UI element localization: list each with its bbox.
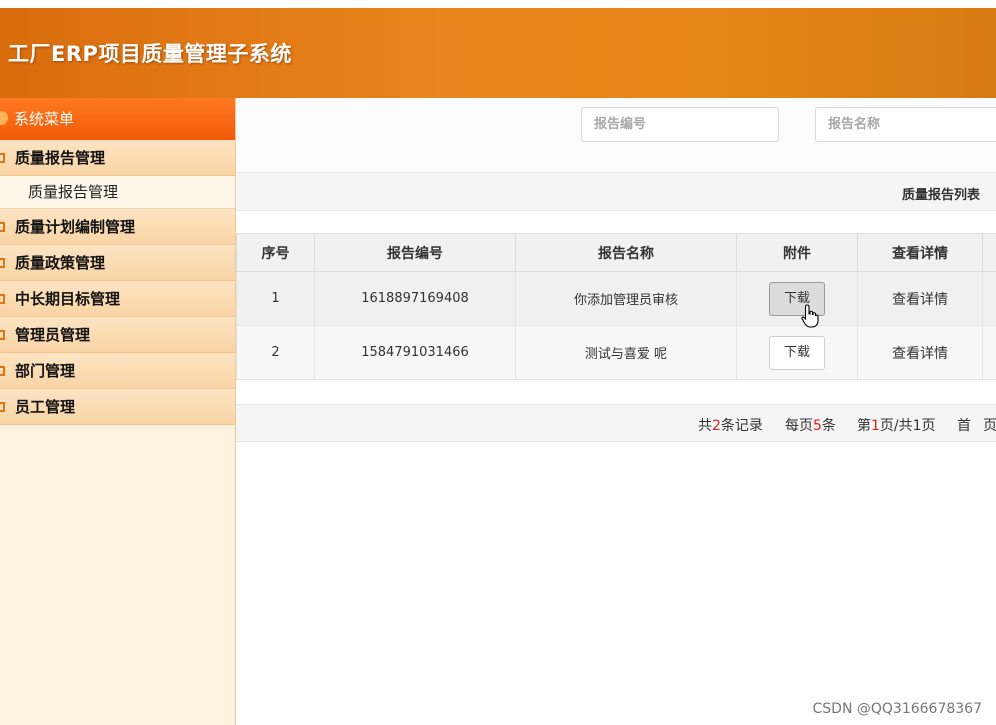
pager-total: 共2条记录 bbox=[698, 415, 763, 435]
sidebar-heading-label: 系统菜单 bbox=[14, 110, 75, 128]
cell-detail: 查看详情 bbox=[857, 271, 983, 326]
view-detail-link[interactable]: 查看详情 bbox=[892, 292, 948, 308]
watermark: CSDN @QQ3166678367 bbox=[812, 701, 982, 717]
col-header-attachment: 附件 bbox=[736, 233, 858, 272]
pager-total-prefix: 共 bbox=[698, 418, 712, 434]
cell-report-name: 你添加管理员审核 bbox=[515, 271, 737, 326]
hand-cursor-icon bbox=[801, 304, 819, 328]
cell-extra bbox=[982, 271, 996, 326]
cell-report-name: 测试与喜爱 呢 bbox=[515, 325, 737, 380]
search-bar bbox=[236, 98, 996, 172]
folder-icon bbox=[0, 153, 5, 163]
cell-attachment: 下载 bbox=[736, 271, 858, 326]
pager-page-current: 1 bbox=[871, 418, 880, 434]
top-strip bbox=[0, 0, 996, 8]
report-name-search-input[interactable] bbox=[815, 107, 996, 142]
folder-icon bbox=[0, 294, 5, 304]
report-table: 序号 报告编号 报告名称 附件 查看详情 1 1618897169408 你添加… bbox=[236, 233, 996, 380]
cell-report-no: 1618897169408 bbox=[314, 271, 516, 326]
view-detail-link[interactable]: 查看详情 bbox=[892, 346, 948, 362]
sidebar-heading: 系统菜单 bbox=[0, 98, 235, 140]
app-window: 工厂ERP项目质量管理子系统 系统菜单 质量报告管理 质量报告管理 质量计划编制… bbox=[0, 0, 996, 725]
list-title: 质量报告列表 bbox=[901, 188, 980, 203]
sidebar-group-label: 质量计划编制管理 bbox=[15, 218, 136, 236]
cell-attachment: 下载 bbox=[736, 325, 858, 380]
pagination-bar: 共2条记录 每页5条 第1页/共1页 首 页 bbox=[236, 404, 996, 442]
sidebar-group-employee[interactable]: 员工管理 bbox=[0, 389, 235, 425]
folder-icon bbox=[0, 222, 5, 232]
folder-icon bbox=[0, 330, 5, 340]
folder-icon bbox=[0, 258, 5, 268]
pager-per-page-suffix: 条 bbox=[821, 418, 836, 434]
main-content: 质量报告列表 序号 报告编号 报告名称 附件 查看详情 1 1618897 bbox=[236, 98, 996, 725]
sidebar-group-label: 员工管理 bbox=[15, 398, 76, 416]
sidebar-group-long-term-goals[interactable]: 中长期目标管理 bbox=[0, 281, 235, 317]
pager-page-suffix: 页/共1页 bbox=[879, 418, 936, 434]
sidebar-group-quality-plan[interactable]: 质量计划编制管理 bbox=[0, 209, 235, 245]
download-button[interactable]: 下载 bbox=[769, 335, 825, 370]
col-header-report-name: 报告名称 bbox=[515, 233, 737, 272]
sidebar-group-label: 中长期目标管理 bbox=[15, 290, 121, 308]
list-header-bar: 质量报告列表 bbox=[236, 172, 996, 211]
cell-detail: 查看详情 bbox=[857, 325, 983, 380]
header-banner: 工厂ERP项目质量管理子系统 bbox=[0, 8, 996, 98]
folder-icon bbox=[0, 366, 5, 376]
pager-total-count: 2 bbox=[712, 418, 721, 434]
pager-first-link[interactable]: 首 bbox=[957, 415, 971, 435]
sidebar-group-quality-policy[interactable]: 质量政策管理 bbox=[0, 245, 235, 281]
col-header-detail: 查看详情 bbox=[857, 233, 983, 272]
sidebar-group-label: 质量报告管理 bbox=[15, 149, 106, 167]
cell-report-no: 1584791031466 bbox=[314, 325, 516, 380]
sidebar-item-quality-report[interactable]: 质量报告管理 bbox=[0, 176, 235, 209]
sidebar-group-label: 管理员管理 bbox=[15, 326, 91, 344]
sidebar-group-department[interactable]: 部门管理 bbox=[0, 353, 235, 389]
folder-icon bbox=[0, 402, 5, 412]
report-no-search-input[interactable] bbox=[581, 107, 779, 142]
pager-per-page-count: 5 bbox=[813, 418, 822, 434]
sidebar-group-label: 质量政策管理 bbox=[15, 254, 106, 272]
app-title: 工厂ERP项目质量管理子系统 bbox=[8, 42, 292, 66]
sidebar: 系统菜单 质量报告管理 质量报告管理 质量计划编制管理 质量政策管理 中长期目标… bbox=[0, 98, 236, 725]
pager-page-prefix: 第 bbox=[857, 418, 871, 434]
sidebar-group-quality-report[interactable]: 质量报告管理 bbox=[0, 140, 235, 176]
pager-total-suffix: 条记录 bbox=[720, 418, 763, 434]
sidebar-group-label: 部门管理 bbox=[15, 362, 76, 380]
table-header-row: 序号 报告编号 报告名称 附件 查看详情 bbox=[236, 233, 996, 272]
cell-index: 2 bbox=[236, 325, 315, 380]
col-header-report-no: 报告编号 bbox=[314, 233, 516, 272]
col-header-index: 序号 bbox=[236, 233, 315, 272]
table-row: 2 1584791031466 测试与喜爱 呢 下载 查看详情 bbox=[236, 325, 996, 380]
cell-extra bbox=[982, 325, 996, 380]
menu-dot-icon bbox=[0, 111, 8, 125]
table-row: 1 1618897169408 你添加管理员审核 下载 查看详情 bbox=[236, 271, 996, 326]
col-header-extra bbox=[982, 233, 996, 272]
pager-per-page: 每页5条 bbox=[785, 415, 836, 435]
pager-per-page-prefix: 每页 bbox=[785, 418, 813, 434]
pager-page-info: 第1页/共1页 bbox=[857, 415, 936, 435]
cell-index: 1 bbox=[236, 271, 315, 326]
pager-next-link-partial[interactable]: 页 bbox=[983, 415, 996, 435]
sidebar-group-admin[interactable]: 管理员管理 bbox=[0, 317, 235, 353]
